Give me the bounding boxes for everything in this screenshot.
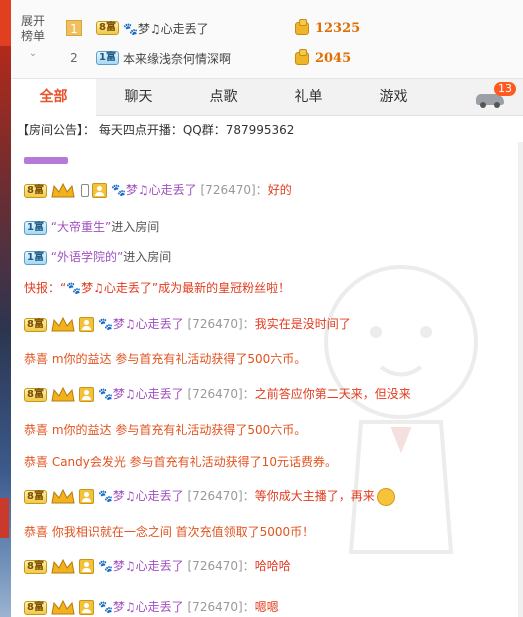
rank-user-name[interactable]: 本来缘浅奈何情深啊	[123, 50, 289, 67]
chat-message: 1富 “大帝重生”进入房间	[24, 217, 159, 237]
crown-icon	[51, 182, 75, 198]
user-name[interactable]: 🐾梦♫心走丢了	[98, 489, 184, 503]
rank-number: 2	[70, 51, 78, 65]
expand-label-2: 榜单	[20, 29, 45, 43]
car-count-badge: 13	[494, 82, 516, 96]
avatar-icon	[78, 317, 94, 332]
wealth-level-badge: 8富	[24, 317, 47, 332]
background-strip	[0, 0, 11, 617]
user-id: [726470]	[187, 600, 243, 614]
tab-chat[interactable]: 聊天	[96, 79, 181, 116]
wealth-level-badge: 8富	[96, 21, 119, 35]
chevron-down-icon: ⌄	[28, 48, 38, 59]
avatar-icon	[78, 559, 94, 574]
chat-message: 8富 🐾梦♫心走丢了 [726470]：嗯嗯	[24, 597, 279, 617]
separator: ：	[255, 183, 268, 197]
tab-song-request[interactable]: 点歌	[181, 79, 266, 116]
system-message: 恭喜 你我相识就在一念之间 首次充值领取了5000币！	[24, 525, 315, 539]
system-message: 恭喜 Candy会发光 参与首充有礼活动获得了10元话费券。	[24, 455, 337, 469]
expand-rank-toggle[interactable]: 展开 榜单 ⌄	[11, 14, 55, 61]
tab-games[interactable]: 游戏	[351, 79, 436, 116]
rank-number: 1	[66, 20, 82, 36]
wealth-level-badge: 8富	[24, 183, 47, 198]
user-name[interactable]: 🐾梦♫心走丢了	[111, 183, 197, 197]
user-id: [726470]	[200, 183, 256, 197]
wealth-level-badge: 8富	[24, 600, 47, 615]
tab-all[interactable]: 全部	[11, 79, 96, 116]
user-name[interactable]: 🐾梦♫心走丢了	[98, 559, 184, 573]
rank-score: 2045	[314, 50, 352, 66]
chat-message: 8富 🐾梦♫心走丢了 [726470]：等你成大主播了，再来	[24, 486, 395, 506]
message-text: 嗯嗯	[254, 600, 279, 614]
chat-message: 8富 🐾梦♫心走丢了 [726470]：我实在是没时间了	[24, 314, 351, 334]
message-text: 等你成大主播了，再来	[254, 489, 375, 503]
rank-score: 12325	[314, 20, 361, 36]
separator: ：	[242, 559, 255, 573]
separator: ：	[242, 317, 255, 331]
chat-message-list[interactable]: 8富 🐾梦♫心走丢了 [726470]：好的 1富 “大帝重生”进入房间 1富 “…	[11, 142, 518, 617]
flash-news: 快报：“🐾梦♫心走丢了”成为最新的皇冠粉丝啦！	[24, 281, 291, 295]
crown-icon	[51, 316, 75, 332]
wealth-level-badge: 8富	[24, 559, 47, 574]
level-badge-partial	[24, 157, 68, 164]
wealth-level-badge: 1富	[96, 51, 119, 65]
message-text: 之前答应你第二天来，但没来	[254, 387, 411, 401]
message-text: 进入房间	[123, 250, 172, 264]
side-decoration	[0, 498, 9, 538]
avatar-icon	[78, 387, 94, 402]
avatar-icon	[78, 600, 94, 615]
crown-icon	[51, 488, 75, 504]
user-id: [726470]	[187, 387, 243, 401]
message-text: 哈哈哈	[254, 559, 291, 573]
side-badge	[0, 0, 11, 46]
wealth-level-badge: 8富	[24, 489, 47, 504]
crown-icon	[51, 558, 75, 574]
user-name[interactable]: 🐾梦♫心走丢了	[98, 387, 184, 401]
separator: ：	[242, 387, 255, 401]
tab-gift-list[interactable]: 礼单	[266, 79, 351, 116]
avatar-icon	[78, 489, 94, 504]
coin-icon	[294, 48, 309, 65]
separator: ：	[242, 489, 255, 503]
wealth-level-badge: 8富	[24, 387, 47, 402]
wealth-level-badge: 1富	[24, 250, 47, 265]
rank-user-name[interactable]: 🐾梦♫心走丢了	[123, 20, 289, 37]
mascot-watermark	[324, 265, 478, 554]
chat-scrollbar[interactable]	[518, 142, 523, 617]
user-name[interactable]: “大帝重生”	[51, 220, 111, 234]
avatar-icon	[91, 183, 107, 198]
message-text: 好的	[267, 183, 292, 197]
chat-tabs: 全部 聊天 点歌 礼单 游戏 13	[11, 79, 523, 116]
chat-message: 8富 🐾梦♫心走丢了 [726470]：之前答应你第二天来，但没来	[24, 384, 411, 404]
message-text: 进入房间	[111, 220, 160, 234]
system-message: 恭喜 m你的益达 参与首充有礼活动获得了500六币。	[24, 352, 307, 366]
chat-message: 8富 🐾梦♫心走丢了 [726470]：哈哈哈	[24, 556, 291, 576]
crown-icon	[51, 386, 75, 402]
phone-icon	[80, 184, 89, 197]
chat-message: 8富 🐾梦♫心走丢了 [726470]：好的	[24, 180, 292, 200]
expand-label-1: 展开	[20, 14, 45, 28]
rank-row-1[interactable]: 1 8富 🐾梦♫心走丢了 12325	[66, 17, 360, 39]
user-id: [726470]	[187, 559, 243, 573]
coin-icon	[294, 18, 309, 35]
crown-icon	[51, 599, 75, 615]
room-announcement: 【房间公告】： 每天四点开播：QQ群：787995362	[17, 123, 295, 137]
rank-row-2[interactable]: 2 1富 本来缘浅奈何情深啊 2045	[66, 47, 351, 69]
wealth-level-badge: 1富	[24, 220, 47, 235]
user-id: [726470]	[187, 489, 243, 503]
user-name[interactable]: 🐾梦♫心走丢了	[98, 317, 184, 331]
system-message: 恭喜 m你的益达 参与首充有礼活动获得了500六币。	[24, 423, 307, 437]
tab-car[interactable]: 13	[436, 79, 523, 116]
chat-message: 1富 “外语学院的”进入房间	[24, 247, 171, 267]
user-name[interactable]: “外语学院的”	[51, 250, 123, 264]
user-id: [726470]	[187, 317, 243, 331]
message-text: 我实在是没时间了	[254, 317, 351, 331]
separator: ：	[242, 600, 255, 614]
thinking-emoji-icon	[376, 487, 395, 506]
user-name[interactable]: 🐾梦♫心走丢了	[98, 600, 184, 614]
